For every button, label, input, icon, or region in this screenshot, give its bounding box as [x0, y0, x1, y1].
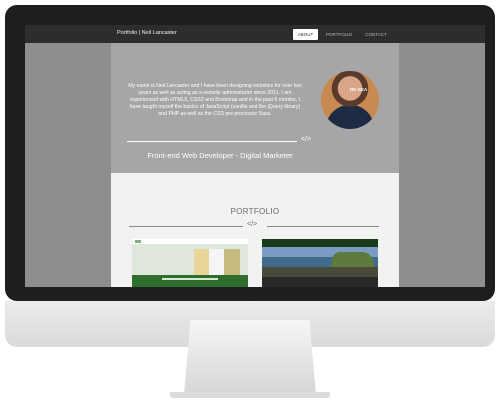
page-margin-left — [25, 43, 111, 287]
intro-text: My name is Neil Lancaster and I have bee… — [128, 83, 302, 118]
portfolio-divider-right — [267, 226, 379, 227]
portfolio-section: PORTFOLIO </> — [111, 173, 399, 287]
house-image — [194, 249, 240, 275]
portfolio-heading: PORTFOLIO — [230, 207, 280, 216]
code-icon: </> — [247, 221, 258, 228]
code-icon: </> — [301, 136, 312, 143]
portfolio-divider-left — [129, 226, 243, 227]
hero-divider — [127, 141, 297, 142]
portfolio-thumbnail-1[interactable] — [132, 239, 248, 287]
brand-title[interactable]: Portfolio | Neil Lancaster — [117, 30, 177, 36]
shirt-lettering: DE GEA — [350, 87, 368, 92]
portfolio-thumbnail-2[interactable] — [262, 239, 378, 287]
page-margin-right — [399, 43, 485, 287]
caption-bar — [162, 278, 218, 280]
monitor-stand — [184, 320, 316, 394]
monitor-frame: Portfolio | Neil Lancaster ABOUT PORTFOL… — [5, 5, 495, 301]
nav-portfolio[interactable]: PORTFOLIO — [326, 29, 352, 40]
site-logo-icon — [135, 240, 141, 243]
about-hero: My name is Neil Lancaster and I have bee… — [111, 43, 399, 173]
navbar: Portfolio | Neil Lancaster ABOUT PORTFOL… — [25, 25, 485, 43]
screen: Portfolio | Neil Lancaster ABOUT PORTFOL… — [25, 25, 485, 287]
hero-tagline: Front-end Web Developer - Digital Market… — [147, 151, 293, 160]
profile-photo: DE GEA — [321, 71, 379, 129]
monitor-base — [170, 392, 330, 398]
coastline-image — [332, 252, 374, 267]
nav-contact[interactable]: CONTACT — [363, 29, 389, 40]
nav-about[interactable]: ABOUT — [293, 29, 318, 40]
